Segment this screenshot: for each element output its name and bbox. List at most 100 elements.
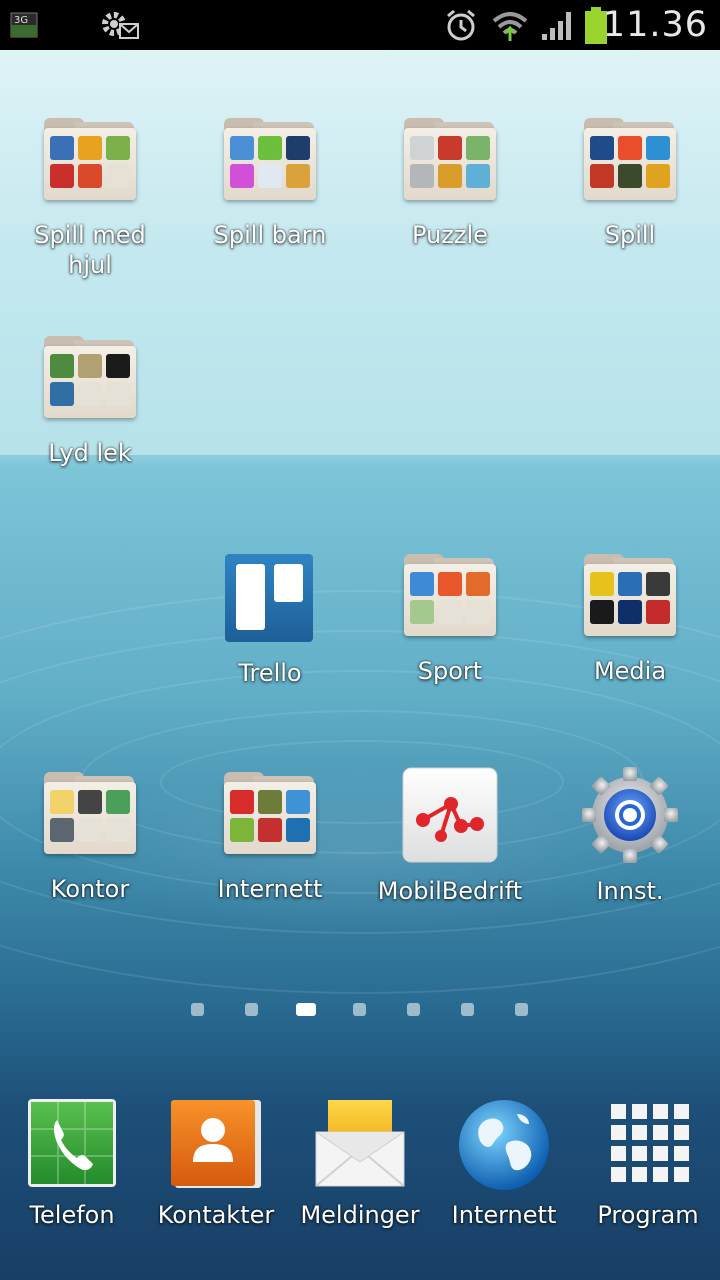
app-thumbnail: [230, 136, 254, 160]
folder-media[interactable]: Media: [540, 554, 720, 686]
contacts-icon: [171, 1098, 261, 1188]
folder-icon: [44, 118, 136, 202]
status-bar[interactable]: 3G 11.36: [0, 0, 720, 50]
app-thumbnail: [410, 164, 434, 188]
folder-label: Sport: [417, 657, 483, 685]
folder-spill[interactable]: Spill: [540, 118, 720, 250]
app-thumbnail: [618, 600, 642, 624]
app-thumbnail: [106, 818, 130, 842]
app-thumbnail: [590, 600, 614, 624]
app-thumbnail: [466, 600, 490, 624]
app-thumbnail: [646, 136, 670, 160]
folder-sport[interactable]: Sport: [360, 554, 540, 686]
folder-icon: [224, 772, 316, 856]
app-thumbnail: [106, 164, 130, 188]
folder-label: Media: [593, 657, 667, 685]
page-dot[interactable]: [515, 1003, 528, 1016]
dock-label: Internett: [451, 1201, 557, 1229]
app-thumbnail: [438, 600, 462, 624]
app-thumbnail: [438, 572, 462, 596]
app-thumbnail: [286, 164, 310, 188]
app-thumbnail: [78, 790, 102, 814]
app-thumbnail: [646, 164, 670, 188]
dock-label: Kontakter: [157, 1201, 275, 1229]
status-clock: 11.36: [602, 5, 708, 45]
trello-icon: [225, 552, 315, 642]
app-thumbnail: [78, 136, 102, 160]
app-thumbnail: [106, 136, 130, 160]
app-thumbnail: [106, 354, 130, 378]
app-thumbnail: [646, 572, 670, 596]
app-label: MobilBedrift: [377, 877, 523, 905]
page-dot[interactable]: [245, 1003, 258, 1016]
app-thumbnail: [466, 164, 490, 188]
app-label: Innst.: [596, 877, 664, 905]
svg-text:3G: 3G: [14, 15, 28, 26]
app-thumbnail: [286, 818, 310, 842]
settings-notification-icon: [98, 0, 140, 50]
folder-label: Spill barn: [213, 221, 327, 249]
app-thumbnail: [50, 818, 74, 842]
page-dot[interactable]: [353, 1003, 366, 1016]
dock-meldinger[interactable]: Meldinger: [288, 1098, 432, 1230]
folder-icon: [584, 554, 676, 638]
globe-icon: [457, 1098, 551, 1192]
app-thumbnail: [646, 600, 670, 624]
folder-spill-med-hjul[interactable]: Spill med hjul: [0, 118, 180, 280]
folder-kontor[interactable]: Kontor: [0, 772, 180, 904]
app-trello[interactable]: Trello: [180, 552, 360, 688]
app-thumbnail: [50, 382, 74, 406]
folder-label: Spill: [604, 221, 656, 249]
app-thumbnail: [230, 164, 254, 188]
page-dot[interactable]: [407, 1003, 420, 1016]
app-thumbnail: [50, 354, 74, 378]
app-thumbnail: [438, 136, 462, 160]
folder-lyd-lek[interactable]: Lyd lek: [0, 336, 180, 468]
folder-label: Internett: [217, 875, 323, 903]
mobilbedrift-icon: [401, 766, 499, 864]
app-thumbnail: [50, 164, 74, 188]
app-thumbnail: [106, 382, 130, 406]
app-thumbnail: [78, 164, 102, 188]
page-dot[interactable]: [191, 1003, 204, 1016]
folder-label: Puzzle: [412, 221, 488, 249]
network-3g-icon: 3G: [10, 0, 40, 50]
app-innst[interactable]: Innst.: [540, 766, 720, 906]
page-dot-active[interactable]: [296, 1003, 316, 1016]
dock-telefon[interactable]: Telefon: [0, 1098, 144, 1230]
app-thumbnail: [410, 572, 434, 596]
app-thumbnail: [618, 136, 642, 160]
folder-spill-barn[interactable]: Spill barn: [180, 118, 360, 250]
gear-icon: [581, 766, 679, 864]
app-thumbnail: [618, 164, 642, 188]
dock-label: Telefon: [29, 1201, 115, 1229]
folder-label-line2: hjul: [68, 251, 112, 279]
folder-internett[interactable]: Internett: [180, 772, 360, 904]
app-thumbnail: [230, 818, 254, 842]
app-grid-icon: [603, 1098, 693, 1188]
app-thumbnail: [258, 164, 282, 188]
folder-icon: [404, 118, 496, 202]
folder-puzzle[interactable]: Puzzle: [360, 118, 540, 250]
app-thumbnail: [50, 136, 74, 160]
app-thumbnail: [258, 818, 282, 842]
dock-internett[interactable]: Internett: [432, 1098, 576, 1230]
app-thumbnail: [410, 600, 434, 624]
signal-icon: [540, 0, 576, 50]
dock-label: Meldinger: [300, 1201, 420, 1229]
app-thumbnail: [466, 136, 490, 160]
app-thumbnail: [286, 790, 310, 814]
folder-label: Kontor: [50, 875, 130, 903]
wifi-icon: [490, 0, 530, 50]
app-mobilbedrift[interactable]: MobilBedrift: [360, 766, 540, 906]
app-thumbnail: [258, 136, 282, 160]
folder-label: Spill med: [34, 221, 146, 249]
app-thumbnail: [230, 790, 254, 814]
page-indicator[interactable]: [0, 1001, 720, 1017]
app-thumbnail: [258, 790, 282, 814]
dock-program[interactable]: Program: [576, 1098, 720, 1230]
dock-kontakter[interactable]: Kontakter: [144, 1098, 288, 1230]
dock-label: Program: [597, 1201, 699, 1229]
app-thumbnail: [286, 136, 310, 160]
page-dot[interactable]: [461, 1003, 474, 1016]
